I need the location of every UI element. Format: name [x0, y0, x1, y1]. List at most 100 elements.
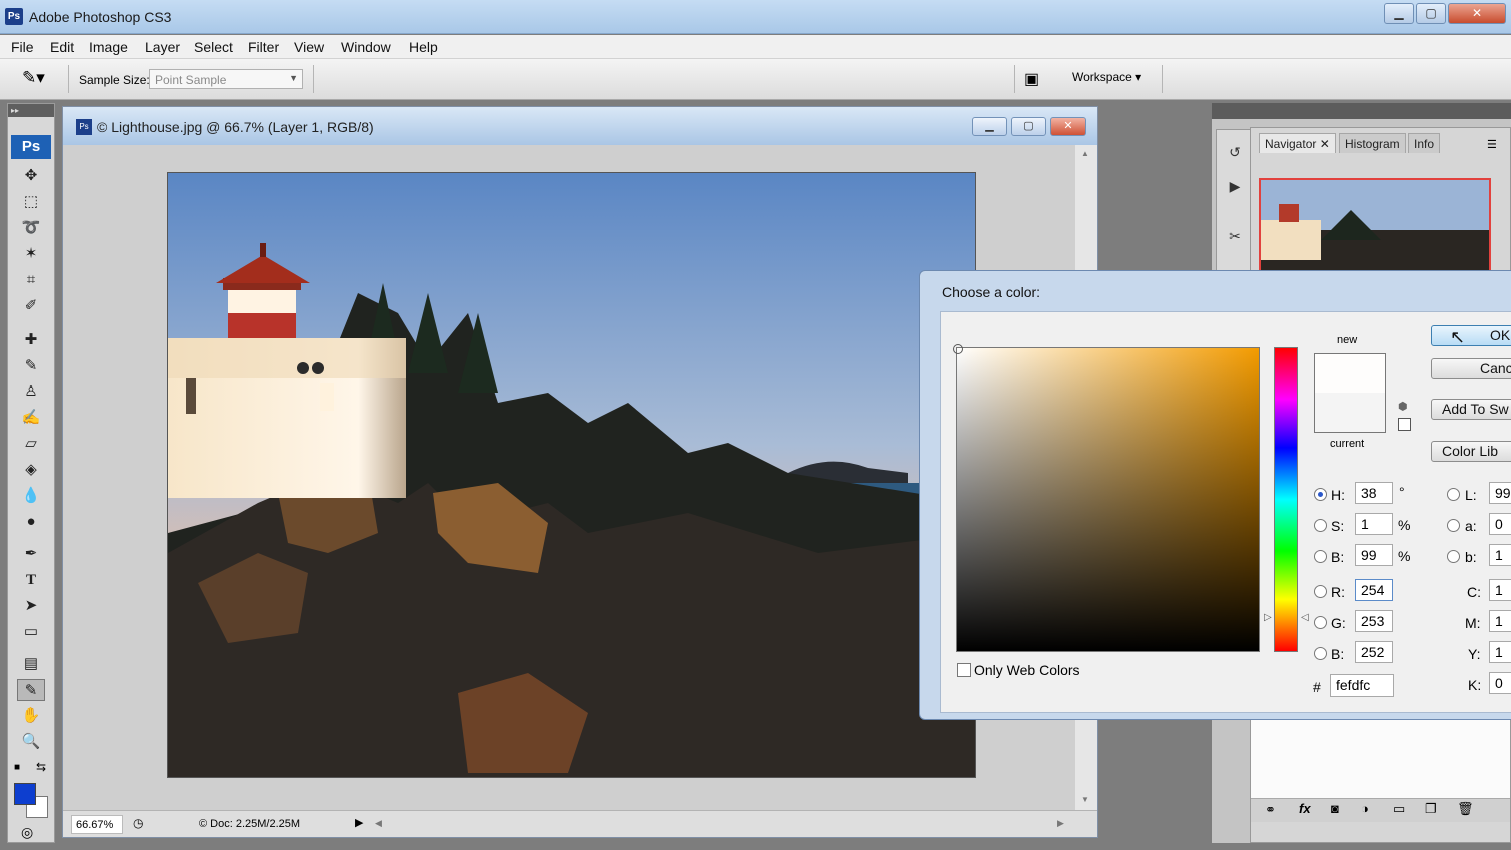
magenta-field[interactable]: 1 [1489, 610, 1511, 632]
bridge-icon[interactable]: ▣ [1024, 69, 1039, 89]
crop-tool-icon[interactable]: ⌗ [17, 269, 45, 291]
marquee-tool-icon[interactable]: ⬚ [17, 191, 45, 213]
menu-layer[interactable]: Layer [145, 39, 180, 55]
menu-select[interactable]: Select [194, 39, 233, 55]
scroll-right-icon[interactable]: ▶ [1057, 818, 1064, 829]
yellow-field[interactable]: 1 [1489, 641, 1511, 663]
doc-close-button[interactable]: ✕ [1050, 117, 1086, 136]
lab-a-radio[interactable] [1447, 519, 1460, 532]
clone-stamp-tool-icon[interactable]: ♙ [17, 381, 45, 403]
link-layers-icon[interactable]: ⚭ [1265, 802, 1276, 818]
add-to-swatches-button[interactable]: Add To Sw [1431, 399, 1511, 420]
document-title-bar[interactable]: Ps © Lighthouse.jpg @ 66.7% (Layer 1, RG… [63, 107, 1097, 145]
saturation-field[interactable]: 1 [1355, 513, 1393, 535]
menu-view[interactable]: View [294, 39, 324, 55]
green-radio[interactable] [1314, 616, 1327, 629]
menu-filter[interactable]: Filter [248, 39, 279, 55]
web-safe-warning-icon[interactable] [1398, 418, 1411, 431]
doc-maximize-button[interactable]: ▢ [1011, 117, 1046, 136]
lab-l-radio[interactable] [1447, 488, 1460, 501]
foreground-color-swatch[interactable] [14, 783, 36, 805]
blur-tool-icon[interactable]: 💧 [17, 485, 45, 507]
lab-b-field[interactable]: 1 [1489, 544, 1511, 566]
rectangle-tool-icon[interactable]: ▭ [17, 621, 45, 643]
zoom-level-field[interactable]: 66.67% [71, 815, 123, 834]
notes-tool-icon[interactable]: ▤ [17, 653, 45, 675]
new-layer-icon[interactable]: ❐ [1425, 801, 1437, 817]
slice-tool-icon[interactable]: ✐ [17, 295, 45, 317]
cancel-button[interactable]: Canc [1431, 358, 1511, 379]
close-button[interactable]: ✕ [1448, 3, 1506, 24]
brightness-field[interactable]: 99 [1355, 544, 1393, 566]
photoshop-logo[interactable]: Ps [11, 135, 51, 159]
status-menu-arrow-icon[interactable]: ▶ [355, 816, 363, 829]
hue-radio[interactable] [1314, 488, 1327, 501]
saturation-radio[interactable] [1314, 519, 1327, 532]
paint-bucket-tool-icon[interactable]: ◈ [17, 459, 45, 481]
history-panel-icon[interactable]: ↺ [1223, 140, 1247, 164]
new-group-icon[interactable]: ▭ [1393, 801, 1405, 817]
scroll-left-icon[interactable]: ◀ [375, 818, 382, 829]
trash-icon[interactable]: 🗑 [1457, 801, 1474, 817]
status-info-icon[interactable]: ◷ [133, 816, 143, 830]
cyan-field[interactable]: 1 [1489, 579, 1511, 601]
menu-edit[interactable]: Edit [50, 39, 74, 55]
layer-style-fx-icon[interactable]: fx [1299, 801, 1311, 816]
canvas-image-lighthouse[interactable] [167, 172, 976, 778]
menu-help[interactable]: Help [409, 39, 438, 55]
maximize-button[interactable]: ▢ [1416, 3, 1446, 24]
hue-slider[interactable] [1274, 347, 1298, 652]
healing-brush-tool-icon[interactable]: ✚ [17, 329, 45, 351]
minimize-button[interactable]: ▁ [1384, 3, 1414, 24]
doc-minimize-button[interactable]: ▁ [972, 117, 1007, 136]
hue-slider-right-arrow-icon[interactable]: ◁ [1301, 612, 1309, 623]
eyedropper-tool-icon[interactable]: ✎ [17, 679, 45, 701]
swap-colors-icon[interactable]: ⇆ [36, 760, 46, 774]
black-field[interactable]: 0 [1489, 672, 1511, 694]
brush-tool-icon[interactable]: ✎ [17, 355, 45, 377]
navigator-thumbnail[interactable] [1259, 178, 1491, 274]
add-mask-icon[interactable]: ◙ [1331, 801, 1339, 816]
menu-image[interactable]: Image [89, 39, 128, 55]
eyedropper-tool-preset-icon[interactable]: ✎▾ [22, 68, 45, 88]
blue-field[interactable]: 252 [1355, 641, 1393, 663]
eraser-tool-icon[interactable]: ▱ [17, 433, 45, 455]
lab-b-radio[interactable] [1447, 550, 1460, 563]
quick-mask-icon[interactable]: ◎ [21, 824, 33, 841]
tool-presets-panel-icon[interactable]: ✂ [1223, 224, 1247, 248]
hue-slider-left-arrow-icon[interactable]: ▷ [1264, 612, 1272, 623]
sample-size-select[interactable]: Point Sample ▼ [149, 69, 303, 89]
lab-l-field[interactable]: 99 [1489, 482, 1511, 504]
brightness-radio[interactable] [1314, 550, 1327, 563]
adjustment-layer-icon[interactable]: ◑ [1361, 801, 1369, 816]
actions-panel-icon[interactable]: ▶ [1223, 174, 1247, 198]
hand-tool-icon[interactable]: ✋ [17, 705, 45, 727]
hue-field[interactable]: 38 [1355, 482, 1393, 504]
tab-navigator[interactable]: Navigator ✕ [1259, 133, 1336, 153]
green-field[interactable]: 253 [1355, 610, 1393, 632]
red-field[interactable]: 254 [1355, 579, 1393, 601]
pen-tool-icon[interactable]: ✒ [17, 543, 45, 565]
magic-wand-tool-icon[interactable]: ✶ [17, 243, 45, 265]
toolbox-header[interactable]: ▸▸ [8, 104, 54, 117]
saturation-brightness-field[interactable] [953, 344, 1260, 652]
history-brush-tool-icon[interactable]: ✍ [17, 407, 45, 429]
move-tool-icon[interactable]: ✥ [17, 165, 45, 187]
default-colors-icon[interactable]: ■ [14, 762, 20, 773]
hex-field[interactable]: fefdfc [1330, 674, 1394, 697]
path-selection-tool-icon[interactable]: ➤ [17, 595, 45, 617]
zoom-tool-icon[interactable]: 🔍 [17, 731, 45, 753]
tab-info[interactable]: Info [1408, 133, 1441, 153]
blue-radio[interactable] [1314, 647, 1327, 660]
only-web-colors-checkbox[interactable] [957, 663, 971, 677]
panel-menu-icon[interactable]: ☰ [1487, 138, 1497, 151]
scroll-down-icon[interactable]: ▼ [1081, 795, 1089, 804]
ok-button[interactable]: OK [1431, 325, 1511, 346]
current-color-swatch[interactable] [1315, 393, 1385, 432]
panel-dock-header[interactable] [1212, 103, 1511, 119]
lasso-tool-icon[interactable]: ➰ [17, 217, 45, 239]
tab-histogram[interactable]: Histogram [1339, 133, 1406, 153]
color-libraries-button[interactable]: Color Lib [1431, 441, 1511, 462]
lab-a-field[interactable]: 0 [1489, 513, 1511, 535]
workspace-button[interactable]: Workspace ▾ [1072, 70, 1141, 84]
